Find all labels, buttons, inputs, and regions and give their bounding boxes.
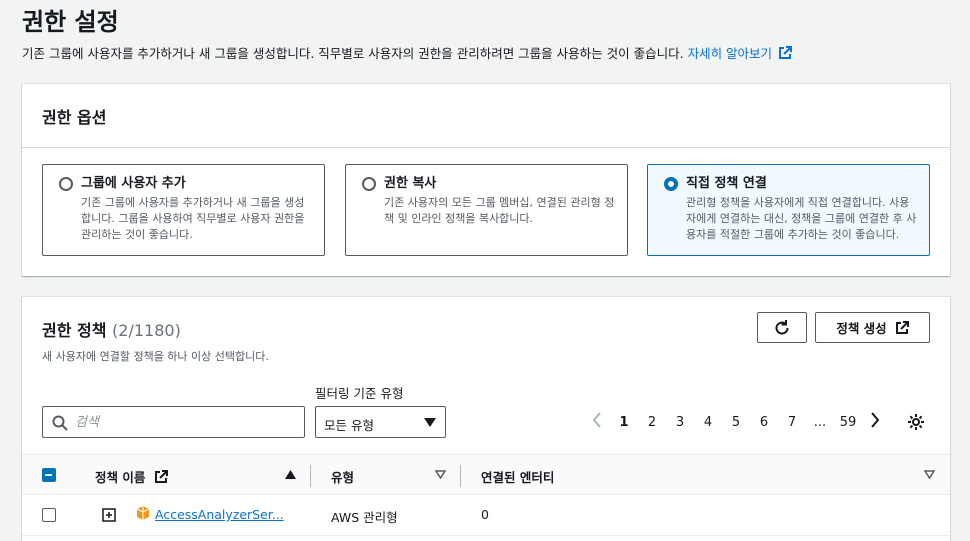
policies-title: 권한 정책: [42, 321, 107, 340]
option-title: 권한 복사: [384, 176, 437, 191]
page-6[interactable]: 6: [750, 415, 778, 430]
create-policy-button[interactable]: 정책 생성: [815, 312, 930, 343]
permission-policies-panel: 권한 정책 (2/1180) 새 사용자에 연결할 정책을 하나 이상 선택합니…: [22, 297, 950, 541]
page-2[interactable]: 2: [638, 415, 666, 430]
page-description: 기존 그룹에 사용자를 추가하거나 새 그룹을 생성합니다. 직무별로 사용자의…: [22, 43, 793, 62]
option-title: 직접 정책 연결: [686, 176, 767, 191]
page-3[interactable]: 3: [666, 415, 694, 430]
policies-heading: 권한 정책 (2/1180): [42, 317, 181, 341]
option-add-to-group[interactable]: 그룹에 사용자 추가 기존 그룹에 사용자를 추가하거나 새 그룹을 생성합니다…: [42, 164, 325, 256]
option-description: 관리형 정책을 사용자에게 직접 연결합니다. 사용자에게 연결하는 대신, 정…: [686, 196, 917, 241]
radio-add-to-group[interactable]: [59, 177, 73, 191]
next-page-icon[interactable]: [862, 412, 888, 432]
policies-table-header: 정책 이름 유형 연결된 엔터티: [22, 454, 950, 495]
sort-icon[interactable]: [924, 470, 935, 479]
expand-icon[interactable]: [102, 508, 116, 522]
option-description: 기존 그룹에 사용자를 추가하거나 새 그룹을 생성합니다. 그룹을 사용하여 …: [81, 196, 305, 241]
option-attach-policies[interactable]: 직접 정책 연결 관리형 정책을 사용자에게 직접 연결합니다. 사용자에게 연…: [647, 164, 930, 256]
row-checkbox[interactable]: [42, 508, 56, 522]
pagination: 1 2 3 4 5 6 7 ... 59: [584, 411, 888, 433]
policy-type: AWS 관리형: [331, 510, 398, 525]
sort-ascending-icon[interactable]: [285, 470, 296, 479]
search-icon: [52, 415, 68, 431]
external-link-icon: [154, 470, 168, 483]
column-attached-entities[interactable]: 연결된 엔터티: [481, 467, 554, 486]
learn-more-link[interactable]: 자세히 알아보기: [687, 46, 793, 61]
page-ellipsis: ...: [813, 414, 827, 430]
page-5[interactable]: 5: [722, 415, 750, 430]
page-title: 권한 설정: [22, 8, 119, 36]
option-title: 그룹에 사용자 추가: [81, 176, 186, 191]
table-row[interactable]: AccessAnalyzerSer... AWS 관리형 0: [22, 495, 950, 536]
page-59[interactable]: 59: [834, 415, 862, 430]
column-divider[interactable]: [460, 465, 461, 487]
learn-more-label: 자세히 알아보기: [687, 46, 773, 61]
type-filter-value: 모든 유형: [324, 418, 374, 433]
gear-icon[interactable]: [907, 413, 925, 431]
permission-options-panel: 권한 옵션 그룹에 사용자 추가 기존 그룹에 사용자를 추가하거나 새 그룹을…: [22, 84, 950, 276]
radio-attach-policies[interactable]: [664, 177, 678, 191]
column-type[interactable]: 유형: [331, 467, 354, 486]
aws-managed-policy-icon: [136, 506, 150, 520]
page-4[interactable]: 4: [694, 415, 722, 430]
external-link-icon: [895, 320, 909, 334]
create-policy-label: 정책 생성: [836, 321, 887, 336]
permission-options-heading: 권한 옵션: [22, 84, 950, 148]
sort-icon[interactable]: [435, 470, 446, 479]
radio-copy-permissions[interactable]: [362, 177, 376, 191]
policy-name-link[interactable]: AccessAnalyzerSer...: [155, 507, 284, 522]
external-link-icon: [779, 46, 793, 59]
column-policy-name[interactable]: 정책 이름: [95, 467, 168, 486]
attached-entities-count: 0: [481, 507, 489, 522]
select-all-checkbox[interactable]: [42, 468, 56, 482]
column-policy-name-label: 정책 이름: [95, 470, 146, 485]
filter-type-label: 필터링 기준 유형: [315, 386, 404, 401]
refresh-button[interactable]: [757, 312, 807, 343]
policies-subtitle: 새 사용자에 연결할 정책을 하나 이상 선택합니다.: [42, 350, 269, 363]
policies-count: (2/1180): [112, 321, 181, 340]
option-description: 기존 사용자의 모든 그룹 멤버십, 연결된 관리형 정책 및 인라인 정책을 …: [384, 196, 615, 225]
column-divider[interactable]: [310, 465, 311, 487]
caret-down-icon: [424, 418, 436, 427]
page-1[interactable]: 1: [610, 415, 638, 430]
search-input[interactable]: [75, 413, 295, 431]
page-7[interactable]: 7: [778, 415, 806, 430]
refresh-icon: [775, 319, 789, 335]
page-description-text: 기존 그룹에 사용자를 추가하거나 새 그룹을 생성합니다. 직무별로 사용자의…: [22, 46, 684, 61]
policy-search[interactable]: [42, 406, 305, 438]
option-copy-permissions[interactable]: 권한 복사 기존 사용자의 모든 그룹 멤버십, 연결된 관리형 정책 및 인라…: [345, 164, 628, 256]
previous-page-icon[interactable]: [584, 412, 610, 432]
type-filter-select[interactable]: 모든 유형: [315, 406, 446, 438]
